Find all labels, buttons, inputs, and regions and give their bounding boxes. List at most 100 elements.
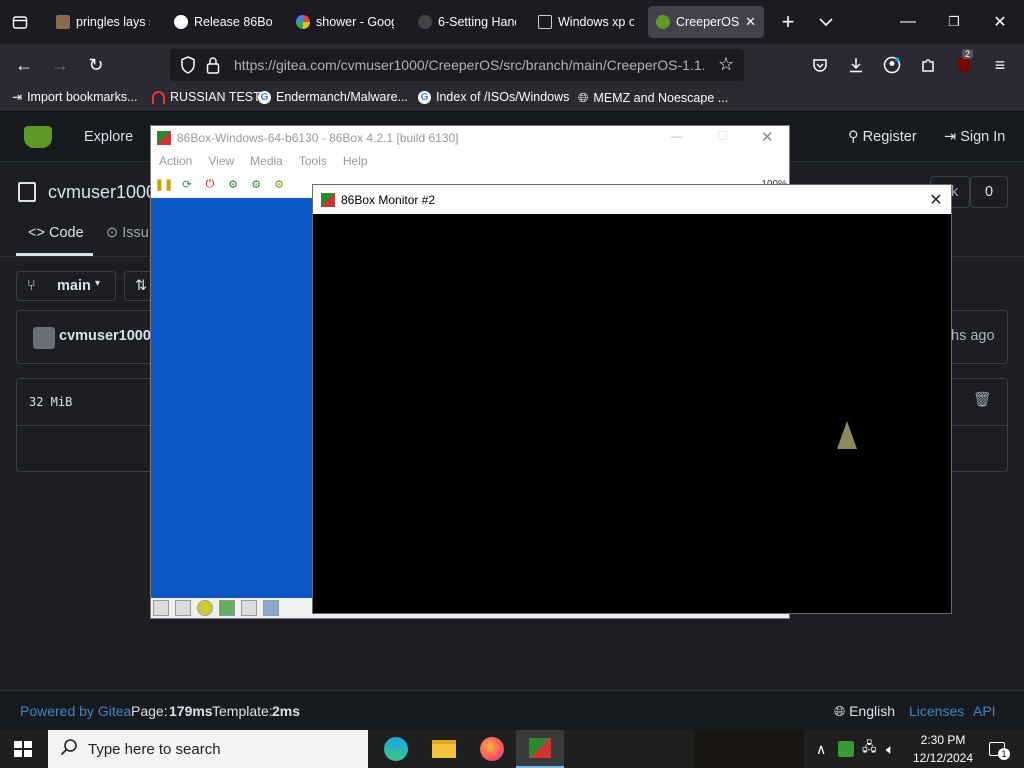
pocket-icon[interactable] xyxy=(806,51,834,79)
sign-in-icon: ⇥ xyxy=(944,129,957,145)
browser-tab[interactable]: Release 86Box xyxy=(166,6,280,38)
globe-icon: 🌐︎ xyxy=(834,703,846,719)
pause-icon[interactable]: ❚❚ xyxy=(155,175,173,193)
close-window-icon[interactable]: ✕ xyxy=(980,8,1020,36)
start-windows-icon[interactable] xyxy=(14,741,32,757)
menu-media[interactable]: Media xyxy=(242,154,291,168)
commit-time: hs ago xyxy=(951,328,995,344)
close-tab-icon[interactable]: ✕ xyxy=(745,14,756,30)
vm-screen-black[interactable] xyxy=(313,214,951,613)
bookmark-star-icon[interactable]: ☆ xyxy=(718,54,734,75)
86box-app-icon xyxy=(157,131,171,145)
ublock-extension-icon[interactable]: 2 xyxy=(950,49,978,79)
lock-icon[interactable] xyxy=(206,56,220,79)
86box-window-title: 86Box-Windows-64-b6130 - 86Box 4.2.1 [bu… xyxy=(177,131,459,145)
volume-icon[interactable]: 🔈︎ xyxy=(886,730,894,768)
globe-icon: 🌐︎ xyxy=(578,90,589,105)
archive-favicon-icon xyxy=(538,15,552,29)
commit-author[interactable]: cvmuser1000 xyxy=(59,328,151,344)
network-icon[interactable]: 🖧︎ xyxy=(862,730,877,768)
account-icon[interactable] xyxy=(878,51,906,79)
branch-selector[interactable]: ⑂ main ▾ xyxy=(16,271,116,301)
monitor2-titlebar[interactable]: 86Box Monitor #2 xyxy=(313,185,951,214)
bookmark-russian-test[interactable]: RUSSIAN TEST xyxy=(152,90,261,104)
tray-app-icon[interactable] xyxy=(838,730,854,768)
browser-tab[interactable]: 6-Setting Hand xyxy=(410,6,524,38)
api-link[interactable]: API xyxy=(973,703,996,719)
gitea-favicon-icon xyxy=(656,15,670,29)
taskbar-search-box[interactable]: Type here to search xyxy=(48,730,368,768)
maximize-icon[interactable]: ☐ xyxy=(717,129,728,143)
nav-register-link[interactable]: ⚲ Register xyxy=(848,129,917,145)
cdrom-icon[interactable] xyxy=(197,600,213,616)
edge-icon[interactable] xyxy=(372,730,420,768)
tab-code[interactable]: <> Code xyxy=(28,225,84,241)
bookmark-memz[interactable]: 🌐︎ MEMZ and Noescape ... xyxy=(578,90,728,106)
hard-reset-icon[interactable]: ⚙ xyxy=(247,175,265,193)
browser-tab[interactable]: shower - Goog xyxy=(288,6,402,38)
minimize-icon[interactable]: — xyxy=(671,129,683,143)
firefox-icon[interactable] xyxy=(468,730,516,768)
minimize-icon[interactable]: — xyxy=(888,8,928,36)
repo-owner-link[interactable]: cvmuser1000 xyxy=(48,182,156,203)
list-all-tabs-icon[interactable] xyxy=(812,8,840,36)
gitea-logo-icon[interactable] xyxy=(24,126,52,148)
hamburger-menu-icon[interactable]: ≡ xyxy=(986,51,1014,79)
floppy-drive-icon[interactable] xyxy=(153,600,169,616)
browser-tab[interactable]: pringles lays st xyxy=(48,6,158,38)
shield-icon[interactable] xyxy=(180,56,196,79)
hard-disk-icon[interactable] xyxy=(219,600,235,616)
trash-icon[interactable]: 🗑︎ xyxy=(973,391,991,408)
powered-by-link[interactable]: Powered by Gitea xyxy=(20,703,131,719)
url-text[interactable]: https://gitea.com/cvmuser1000/CreeperOS/… xyxy=(234,57,704,73)
browser-tab-active[interactable]: CreeperOS/ ✕ xyxy=(648,6,764,38)
star-count[interactable]: 0 xyxy=(970,176,1008,208)
licenses-link[interactable]: Licenses xyxy=(909,703,964,719)
power-icon[interactable]: ⏻ xyxy=(201,175,219,193)
code-icon: <> xyxy=(28,225,45,241)
downloads-icon[interactable] xyxy=(842,51,870,79)
bookmark-endermanch[interactable]: G Endermanch/Malware... xyxy=(258,90,408,104)
86box-taskbar-icon[interactable] xyxy=(516,730,564,768)
language-selector[interactable]: 🌐︎ English xyxy=(834,703,895,720)
tab-list-icon[interactable] xyxy=(8,10,32,34)
tray-chevron-icon[interactable]: ∧ xyxy=(816,730,826,768)
bookmark-index-isos[interactable]: G Index of /ISOs/Windows xyxy=(418,90,569,104)
reload-icon[interactable]: ↻ xyxy=(82,51,110,79)
network-icon[interactable] xyxy=(241,600,257,616)
ctrl-alt-del-icon[interactable]: ⟳ xyxy=(178,175,196,193)
settings-gears-icon[interactable]: ⚙ xyxy=(224,175,242,193)
menu-help[interactable]: Help xyxy=(335,154,376,168)
back-arrow-icon[interactable]: ← xyxy=(10,51,38,79)
google-icon: G xyxy=(418,90,431,104)
menu-tools[interactable]: Tools xyxy=(291,154,335,168)
google-icon: G xyxy=(258,90,271,104)
vm-display-area[interactable] xyxy=(151,198,313,598)
menu-action[interactable]: Action xyxy=(151,154,200,168)
notification-center-icon[interactable]: 1 xyxy=(984,730,1010,768)
forward-arrow-icon[interactable]: → xyxy=(46,51,74,79)
url-bar[interactable]: https://gitea.com/cvmuser1000/CreeperOS/… xyxy=(170,49,744,81)
tab-issues[interactable]: ⊙ Issu xyxy=(106,225,149,241)
extensions-puzzle-icon[interactable] xyxy=(914,51,942,79)
sound-icon[interactable] xyxy=(263,600,279,616)
search-icon xyxy=(60,738,78,760)
browser-tab[interactable]: Windows xp o xyxy=(530,6,642,38)
pringles-favicon-icon xyxy=(56,15,70,29)
close-icon[interactable]: ✕ xyxy=(761,128,774,146)
settings-icon[interactable]: ⚙ xyxy=(270,175,288,193)
close-icon[interactable]: ✕ xyxy=(921,185,951,214)
clock[interactable]: 2:30 PM 12/12/2024 xyxy=(912,730,974,768)
nav-signin-link[interactable]: ⇥ Sign In xyxy=(944,129,1005,145)
nav-explore-link[interactable]: Explore xyxy=(84,129,133,145)
bookmark-import[interactable]: ⇥ Import bookmarks... xyxy=(12,90,138,104)
menu-view[interactable]: View xyxy=(200,154,242,168)
mouse-cursor-icon xyxy=(837,421,857,449)
person-icon: ⚲ xyxy=(848,129,859,145)
new-tab-icon[interactable]: + xyxy=(774,8,802,36)
86box-titlebar[interactable]: 86Box-Windows-64-b6130 - 86Box 4.2.1 [bu… xyxy=(151,126,789,150)
file-explorer-icon[interactable] xyxy=(420,730,468,768)
avatar[interactable] xyxy=(33,327,55,349)
restore-icon[interactable]: ❐ xyxy=(934,8,974,36)
floppy-drive-icon[interactable] xyxy=(175,600,191,616)
